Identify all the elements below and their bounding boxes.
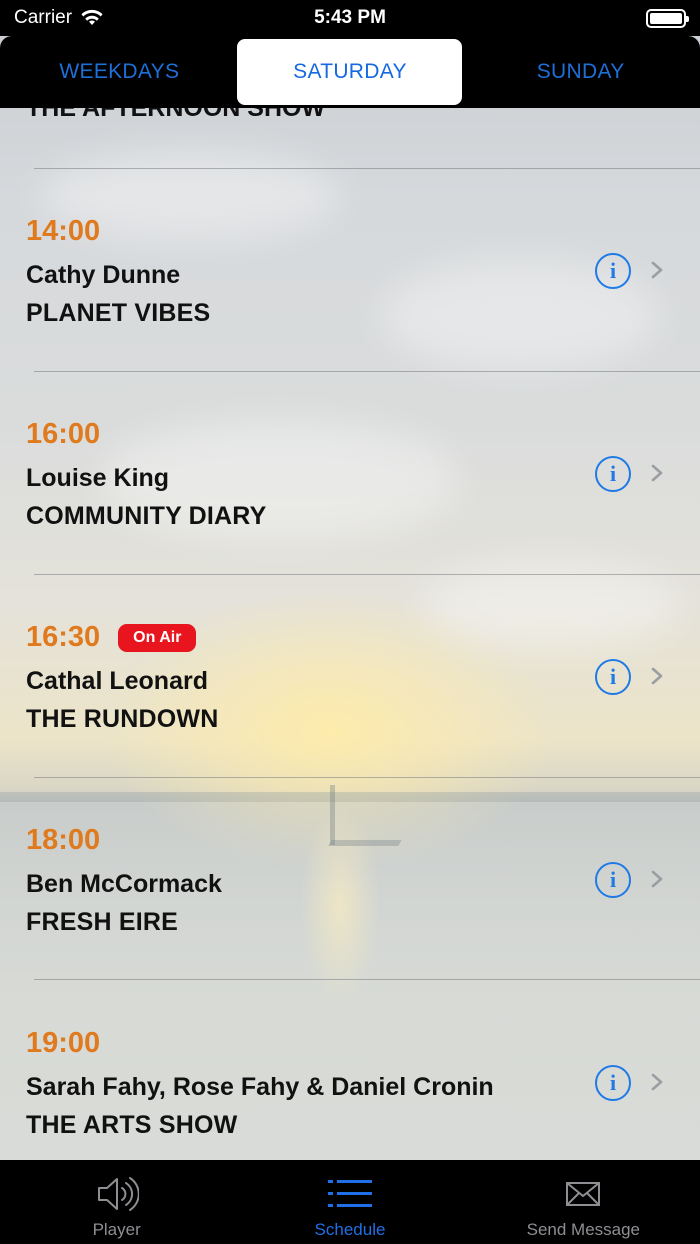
show-host: Sarah Fahy, Rose Fahy & Daniel Cronin — [26, 1073, 494, 1101]
show-time: 16:30 — [26, 621, 101, 653]
schedule-list[interactable]: THE AFTERNOON SHOW 14:00 Cathy Dunne PLA… — [0, 108, 700, 1160]
show-time: 14:00 — [26, 215, 101, 247]
show-title: THE RUNDOWN — [26, 705, 219, 733]
on-air-badge: On Air — [118, 623, 197, 652]
show-host: Cathal Leonard — [26, 667, 208, 695]
segment-sunday[interactable]: SUNDAY — [468, 39, 693, 105]
status-time: 5:43 PM — [314, 7, 386, 28]
carrier-label: Carrier — [14, 7, 73, 28]
chevron-right-icon — [651, 870, 663, 888]
tab-label: Schedule — [314, 1220, 386, 1239]
show-host: Louise King — [26, 464, 170, 492]
tab-label: Player — [92, 1220, 141, 1239]
show-title: THE ARTS SHOW — [26, 1111, 238, 1139]
show-host: Ben McCormack — [26, 870, 222, 898]
tab-bar: Player Schedule Send Message — [0, 1160, 700, 1244]
chevron-right-icon — [651, 464, 663, 482]
tab-label: Send Message — [526, 1220, 641, 1239]
chevron-right-icon — [651, 667, 663, 685]
info-icon[interactable]: i — [595, 456, 631, 492]
schedule-row[interactable]: 18:00 Ben McCormack FRESH EIRE i — [0, 778, 700, 980]
list-icon — [327, 1180, 372, 1207]
partial-show-title: THE AFTERNOON SHOW — [26, 108, 326, 122]
battery-icon — [646, 8, 689, 28]
speaker-icon — [97, 1177, 139, 1211]
show-time: 16:00 — [26, 418, 101, 450]
show-host: Cathy Dunne — [26, 261, 181, 289]
day-segmented-control: WEEKDAYS SATURDAY SUNDAY — [0, 36, 700, 108]
envelope-icon — [566, 1182, 601, 1206]
status-bar: Carrier 5:43 PM — [0, 0, 700, 36]
show-time: 19:00 — [26, 1027, 101, 1059]
chevron-right-icon — [651, 1073, 663, 1091]
chevron-right-icon — [651, 261, 663, 279]
show-title: COMMUNITY DIARY — [26, 502, 267, 530]
show-title: PLANET VIBES — [26, 299, 211, 327]
schedule-row[interactable]: 16:30 On Air Cathal Leonard THE RUNDOWN … — [0, 575, 700, 777]
schedule-row[interactable]: 14:00 Cathy Dunne PLANET VIBES i — [0, 169, 700, 371]
show-title: FRESH EIRE — [26, 908, 179, 936]
show-time: 18:00 — [26, 824, 101, 856]
schedule-row[interactable]: 16:00 Louise King COMMUNITY DIARY i — [0, 372, 700, 574]
info-icon[interactable]: i — [595, 659, 631, 695]
info-icon[interactable]: i — [595, 1065, 631, 1101]
tab-player[interactable]: Player — [0, 1160, 233, 1244]
row-separator — [34, 979, 700, 980]
segment-saturday[interactable]: SATURDAY — [237, 39, 463, 105]
info-icon[interactable]: i — [595, 862, 631, 898]
segment-weekdays[interactable]: WEEKDAYS — [7, 39, 232, 105]
tab-schedule[interactable]: Schedule — [233, 1160, 466, 1244]
tab-send-message[interactable]: Send Message — [467, 1160, 700, 1244]
wifi-icon — [81, 9, 103, 25]
info-icon[interactable]: i — [595, 253, 631, 289]
schedule-row[interactable]: 19:00 Sarah Fahy, Rose Fahy & Daniel Cro… — [0, 981, 700, 1160]
